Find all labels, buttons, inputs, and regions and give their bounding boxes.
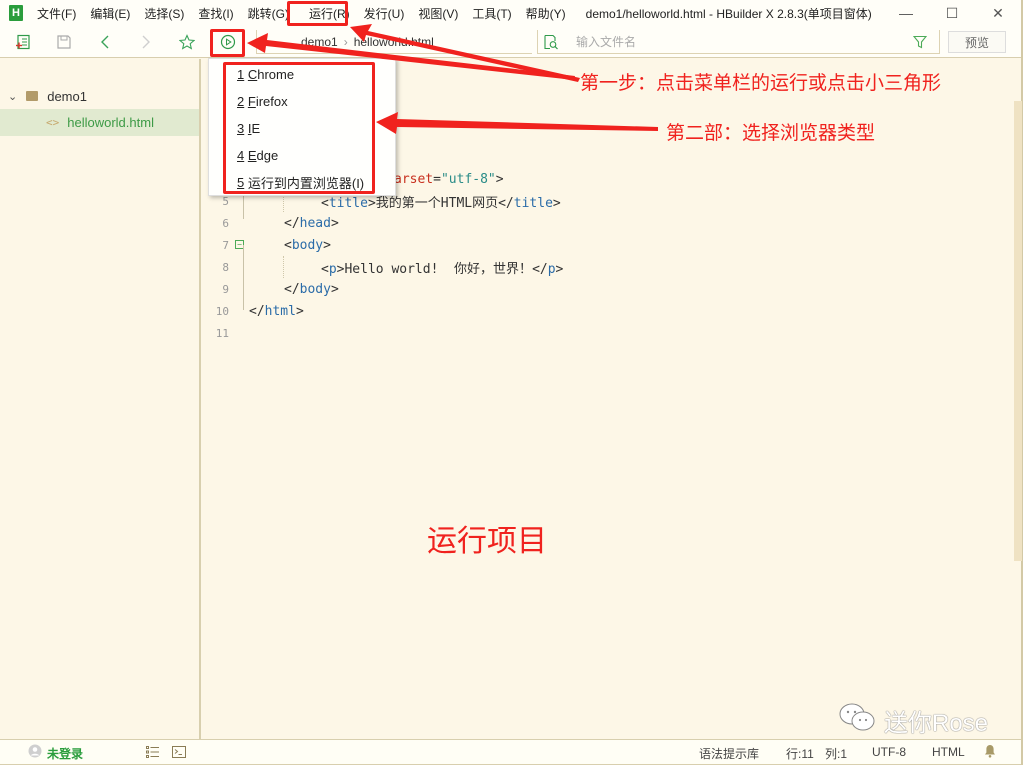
notification-bell-icon[interactable]: [984, 744, 996, 761]
breadcrumb-separator: ›: [343, 34, 348, 49]
code-line-7: 7 − <body>: [222, 237, 331, 253]
editor-scrollbar[interactable]: [1014, 101, 1022, 561]
encoding-selector[interactable]: UTF-8: [872, 745, 906, 759]
menu-goto[interactable]: 跳转(G): [248, 5, 289, 22]
save-icon[interactable]: [54, 32, 74, 52]
menu-select[interactable]: 选择(S): [144, 5, 184, 22]
cursor-col: 列:1: [825, 747, 848, 761]
window-title: demo1/helloworld.html - HBuilder X 2.8.3…: [585, 6, 872, 21]
tree-item-helloworld[interactable]: <> helloworld.html: [0, 109, 199, 136]
cursor-row: 行:11: [786, 747, 814, 761]
highlight-browser-list: [223, 62, 375, 194]
highlight-run-menu: [287, 1, 348, 26]
preview-button[interactable]: 预览: [948, 31, 1006, 53]
code-line-6: 6 </head>: [222, 215, 339, 231]
new-file-icon[interactable]: [13, 32, 33, 52]
project-explorer: ⌄ demo1 <> helloworld.html: [0, 59, 201, 739]
menu-bar: H 文件(F) 编辑(E) 选择(S) 查找(I) 跳转(G) 运行(R) 发行…: [0, 0, 1021, 26]
menu-view[interactable]: 视图(V): [418, 5, 458, 22]
breadcrumb-file[interactable]: helloworld.html: [354, 35, 434, 49]
code-line-11: 11: [215, 326, 229, 340]
folder-icon: [26, 91, 39, 101]
menu-find[interactable]: 查找(I): [198, 5, 233, 22]
menu-file[interactable]: 文件(F): [37, 5, 76, 22]
chevron-down-icon[interactable]: ⌄: [8, 90, 17, 103]
language-selector[interactable]: HTML: [932, 745, 965, 759]
toolbar: demo1 › helloworld.html 预览: [0, 26, 1021, 58]
project-name: demo1: [47, 88, 87, 104]
close-button[interactable]: ✕: [975, 0, 1021, 26]
breadcrumb-project[interactable]: demo1: [301, 35, 338, 49]
file-search-input[interactable]: [576, 34, 876, 49]
user-avatar-icon[interactable]: [28, 744, 42, 761]
breadcrumb: demo1 › helloworld.html: [256, 30, 532, 54]
code-line-10: 10 </html>: [215, 303, 304, 319]
hbuilder-window: H 文件(F) 编辑(E) 选择(S) 查找(I) 跳转(G) 运行(R) 发行…: [0, 0, 1023, 765]
file-search-box: [537, 30, 940, 54]
tree-item-demo1[interactable]: ⌄ demo1: [0, 83, 199, 109]
syntax-library-button[interactable]: 语法提示库: [699, 745, 759, 762]
menu-help[interactable]: 帮助(Y): [526, 5, 566, 22]
minimize-button[interactable]: —: [883, 0, 929, 26]
forward-icon[interactable]: [136, 32, 156, 52]
outline-list-icon[interactable]: [146, 746, 160, 761]
favorite-star-icon[interactable]: [177, 32, 197, 52]
filter-icon[interactable]: [912, 35, 928, 52]
app-logo-icon: H: [9, 5, 23, 21]
terminal-icon[interactable]: [172, 746, 186, 761]
fold-guide: [243, 245, 244, 310]
annotation-run-project: 运行项目: [427, 525, 547, 558]
html-file-icon: <>: [46, 116, 60, 129]
menu-tools[interactable]: 工具(T): [472, 5, 511, 22]
login-status[interactable]: 未登录: [47, 745, 83, 762]
menu-edit[interactable]: 编辑(E): [90, 5, 130, 22]
maximize-button[interactable]: ☐: [929, 0, 975, 26]
file-search-icon: [543, 34, 559, 53]
status-bar: 未登录 语法提示库 行:11 列:1 UTF-8 HTML: [0, 739, 1021, 765]
file-name: helloworld.html: [67, 115, 154, 130]
code-line-8: 8 <p>Hello world! 你好，世界！</p>: [222, 260, 564, 277]
menu-publish[interactable]: 发行(U): [364, 5, 405, 22]
watermark: 送你Rose: [838, 702, 988, 739]
wechat-icon: [838, 702, 878, 739]
back-icon[interactable]: [95, 32, 115, 52]
highlight-run-icon: [210, 29, 245, 57]
annotation-step1: 第一步：点击菜单栏的运行或点击小三角形: [580, 73, 942, 94]
code-line-9: 9 </body>: [222, 281, 339, 297]
annotation-step2: 第二部：选择浏览器类型: [666, 123, 876, 144]
